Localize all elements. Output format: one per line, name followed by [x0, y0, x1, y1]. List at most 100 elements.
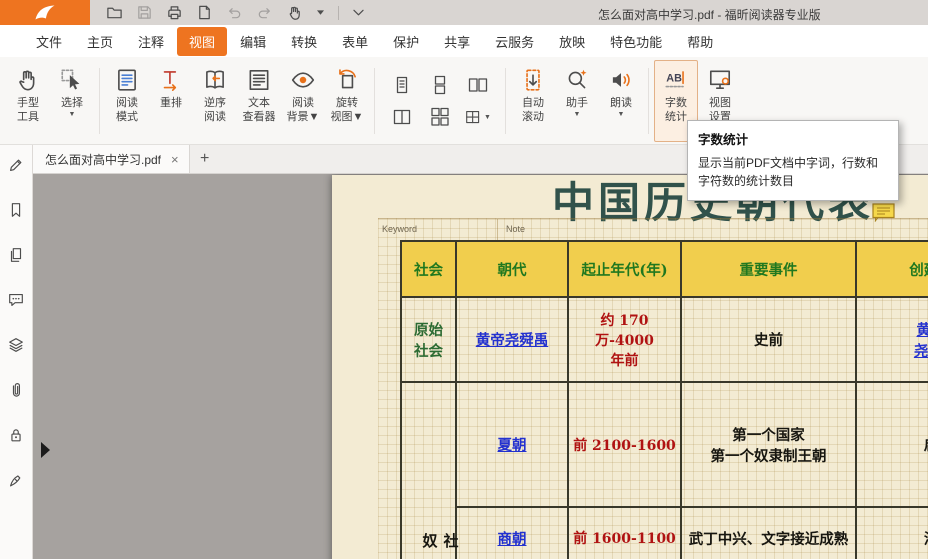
open-file-button[interactable] — [106, 4, 123, 21]
dynasty-link[interactable]: 商朝 — [498, 531, 527, 548]
dynasty-link[interactable]: 夏朝 — [498, 437, 527, 454]
assistant-button[interactable]: 助手 ▼ — [555, 60, 599, 142]
note-label: Note — [506, 224, 525, 234]
ribbon-separator — [648, 68, 649, 134]
export-button[interactable] — [196, 4, 213, 21]
undo-button[interactable] — [226, 4, 243, 21]
hand-tool-dropdown-icon[interactable] — [316, 9, 325, 16]
bookmarks-panel-icon[interactable] — [6, 200, 26, 220]
assistant-label: 助手 — [566, 96, 588, 110]
single-page-view-button[interactable] — [384, 71, 420, 100]
menu-protect[interactable]: 保护 — [381, 27, 431, 56]
founder-cell: 汤 — [856, 507, 928, 559]
header-society: 社会 — [401, 241, 456, 297]
app-logo[interactable] — [0, 0, 90, 25]
society-vertical-text: 奴隶社会 — [420, 526, 438, 559]
text-viewer-icon — [246, 64, 272, 96]
word-count-label-2: 统计 — [665, 110, 687, 124]
layers-panel-icon[interactable] — [6, 335, 26, 355]
menu-form[interactable]: 表单 — [330, 27, 380, 56]
rotate-view-label: 旋转 — [336, 96, 358, 110]
assistant-dropdown-icon[interactable]: ▼ — [574, 110, 581, 119]
reverse-read-icon — [202, 64, 228, 96]
table-row: 原始社会 黄帝尧舜禹 约 170 万-4000年前 史前 黄帝尧|舜 — [401, 297, 928, 382]
text-viewer-button[interactable]: 文本 查看器 — [237, 60, 281, 142]
select-tool-label: 选择 — [61, 96, 83, 110]
document-canvas[interactable]: 中国历史朝代表 Keyword Note 社会 — [33, 174, 928, 559]
tab-close-icon[interactable]: × — [171, 153, 179, 166]
qat-separator — [338, 6, 339, 20]
read-mode-button[interactable]: 阅读 模式 — [105, 60, 149, 142]
reflow-button[interactable]: 重排 — [149, 60, 193, 142]
dynasty-cell: 黄帝尧舜禹 — [456, 297, 568, 382]
menu-help[interactable]: 帮助 — [675, 27, 725, 56]
menu-features[interactable]: 特色功能 — [598, 27, 674, 56]
signature-panel-icon[interactable] — [6, 470, 26, 490]
book-view-button[interactable] — [384, 103, 420, 132]
print-button[interactable] — [166, 4, 183, 21]
auto-scroll-label: 自动 — [522, 96, 544, 110]
attachments-panel-icon[interactable] — [6, 380, 26, 400]
customize-toolbar-button[interactable] — [352, 8, 365, 18]
society-cell: 原始社会 — [401, 297, 456, 382]
hand-icon — [15, 64, 41, 96]
founder-link[interactable]: 尧|舜 — [857, 340, 928, 361]
split-view-button[interactable]: ▼ — [460, 103, 496, 132]
menu-view[interactable]: 视图 — [177, 27, 227, 56]
reflow-label: 重排 — [160, 96, 182, 110]
redo-button[interactable] — [256, 4, 273, 21]
save-button[interactable] — [136, 4, 153, 21]
society-merged-cell: 奴隶社会 — [401, 382, 456, 559]
ribbon-separator — [374, 68, 375, 134]
society-text: 社会 — [402, 340, 455, 361]
menu-share[interactable]: 共享 — [432, 27, 482, 56]
pdf-page: 中国历史朝代表 Keyword Note 社会 — [332, 175, 928, 559]
speaker-icon — [608, 64, 634, 96]
auto-scroll-button[interactable]: 自动 滚动 — [511, 60, 555, 142]
menu-comment[interactable]: 注释 — [126, 27, 176, 56]
word-count-tooltip: 字数统计 显示当前PDF文档中字词，行数和字符数的统计数目 — [687, 120, 899, 201]
select-dropdown-icon[interactable]: ▼ — [69, 110, 76, 119]
menu-present[interactable]: 放映 — [547, 27, 597, 56]
founder-link[interactable]: 黄帝 — [857, 319, 928, 340]
hand-tool-quick-button[interactable] — [286, 4, 303, 21]
read-background-button[interactable]: 阅读 背景▼ — [281, 60, 325, 142]
view-settings-label: 视图 — [709, 96, 731, 110]
facing-view-button[interactable] — [460, 71, 496, 100]
read-aloud-button[interactable]: 朗读 ▼ — [599, 60, 643, 142]
reverse-read-label: 逆序 — [204, 96, 226, 110]
reverse-read-button[interactable]: 逆序 阅读 — [193, 60, 237, 142]
continuous-view-button[interactable] — [422, 71, 458, 100]
window-title: 怎么面对高中学习.pdf - 福昕阅读器专业版 — [598, 6, 821, 23]
menu-home[interactable]: 主页 — [75, 27, 125, 56]
comments-panel-icon[interactable] — [6, 290, 26, 310]
select-tool-button[interactable]: 选择 ▼ — [50, 60, 94, 142]
document-tab-label: 怎么面对高中学习.pdf — [45, 151, 161, 168]
read-aloud-dropdown-icon[interactable]: ▼ — [618, 110, 625, 119]
rotate-icon — [334, 64, 360, 96]
annotation-panel-icon[interactable] — [6, 155, 26, 175]
document-tab[interactable]: 怎么面对高中学习.pdf × — [33, 145, 190, 173]
panel-expander-icon[interactable] — [41, 442, 50, 458]
dynasty-cell: 商朝 — [456, 507, 568, 559]
quick-access-toolbar — [106, 4, 365, 21]
dynasty-link[interactable]: 黄帝尧舜禹 — [476, 332, 549, 349]
menu-cloud[interactable]: 云服务 — [483, 27, 546, 56]
menu-convert[interactable]: 转换 — [279, 27, 329, 56]
table-row: 商朝 前 1600-1100 武丁中兴、文字接近成熟 汤 — [401, 507, 928, 559]
hand-tool-label: 手型 — [17, 96, 39, 110]
document-column: 怎么面对高中学习.pdf × + 中国历史朝代表 Keyword — [33, 145, 928, 559]
table-header-row: 社会 朝代 起止年代(年) 重要事件 创建人 — [401, 241, 928, 297]
hand-tool-label-2: 工具 — [17, 110, 39, 124]
text-viewer-label-2: 查看器 — [243, 110, 276, 124]
new-tab-button[interactable]: + — [190, 145, 220, 173]
rotate-view-button[interactable]: 旋转 视图▼ — [325, 60, 369, 142]
menu-file[interactable]: 文件 — [24, 27, 74, 56]
pages-panel-icon[interactable] — [6, 245, 26, 265]
split-view-dropdown-icon[interactable]: ▼ — [484, 114, 491, 121]
security-panel-icon[interactable] — [6, 425, 26, 445]
continuous-facing-view-button[interactable] — [422, 103, 458, 132]
hand-tool-button[interactable]: 手型 工具 — [6, 60, 50, 142]
eye-icon — [290, 64, 316, 96]
menu-edit[interactable]: 编辑 — [228, 27, 278, 56]
